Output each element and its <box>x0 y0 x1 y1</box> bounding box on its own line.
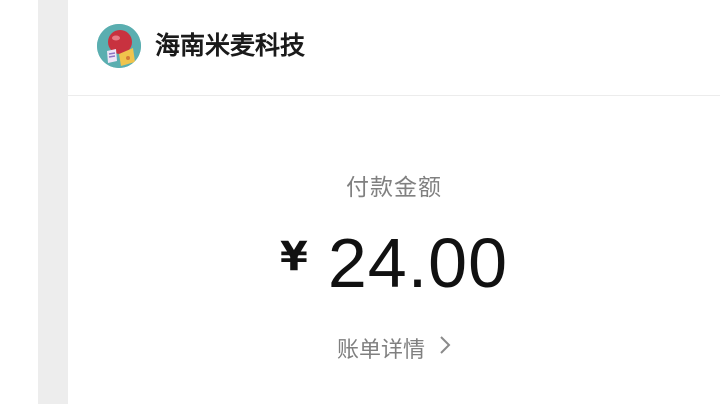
left-gutter <box>38 0 68 404</box>
payment-amount: ¥ 24.00 <box>68 222 720 304</box>
left-edge <box>0 0 38 404</box>
merchant-logo-icon <box>97 24 141 68</box>
payment-card: 海南米麦科技 付款金额 ¥ 24.00 账单详情 <box>68 0 720 404</box>
currency-symbol: ¥ <box>279 234 308 280</box>
merchant-header: 海南米麦科技 <box>68 0 720 96</box>
payment-amount-label: 付款金额 <box>346 175 442 201</box>
merchant-name: 海南米麦科技 <box>155 31 306 60</box>
chevron-right-icon <box>439 335 451 361</box>
amount-value: 24.00 <box>327 224 508 302</box>
bill-details-label: 账单详情 <box>336 338 425 363</box>
bill-details-link[interactable]: 账单详情 <box>68 330 720 366</box>
payment-page: 海南米麦科技 付款金额 ¥ 24.00 账单详情 <box>0 0 720 404</box>
